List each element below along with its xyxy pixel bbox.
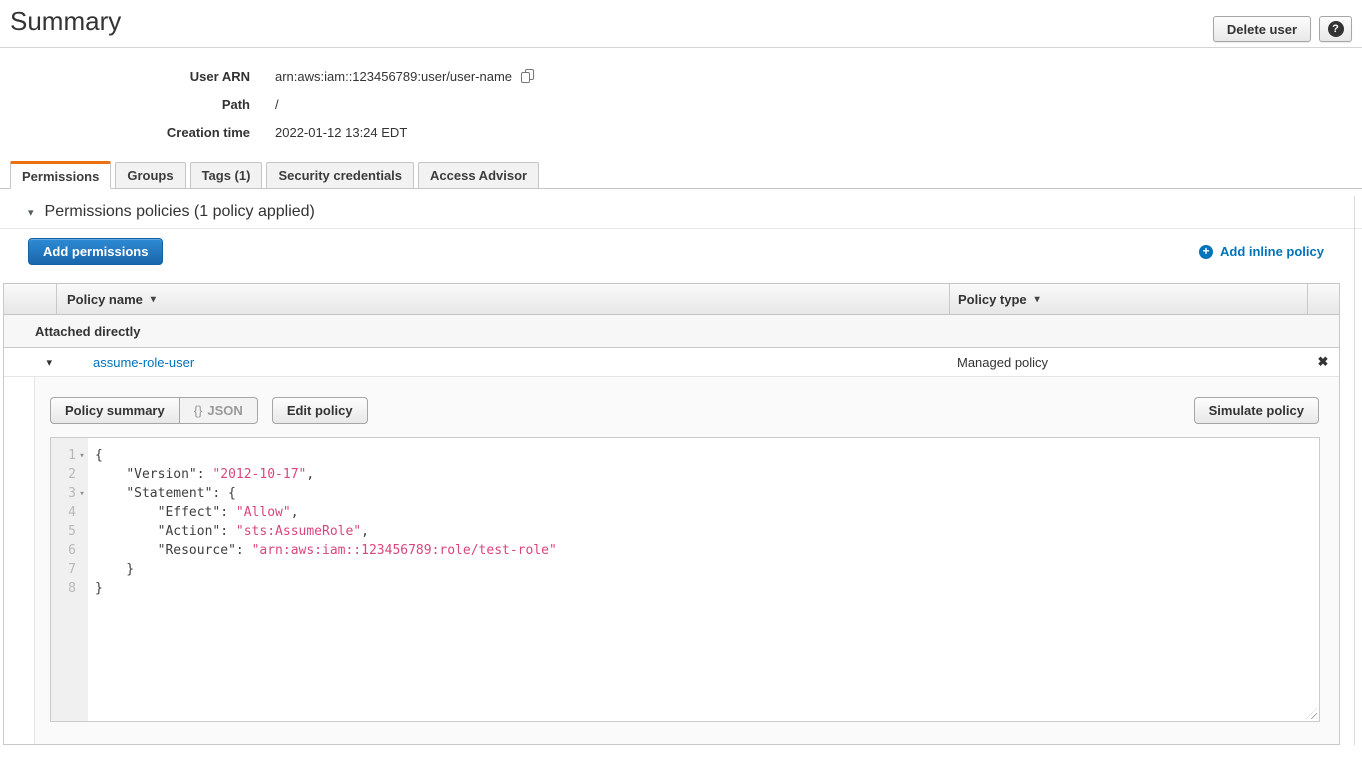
tab-security-credentials[interactable]: Security credentials xyxy=(266,162,414,188)
detail-row-user-arn: User ARN arn:aws:iam::123456789:user/use… xyxy=(0,62,535,90)
policy-name-column-header[interactable]: Policy name ▾ xyxy=(56,284,949,314)
code-line: "Resource": "arn:aws:iam::123456789:role… xyxy=(95,541,1319,560)
gutter-line-number: 4 xyxy=(51,503,88,522)
remove-policy-icon[interactable]: ✖ xyxy=(1318,354,1329,369)
policy-table: Policy name ▾ Policy type ▾ Attached dir… xyxy=(3,283,1340,745)
json-code-editor[interactable]: 1▾23▾45678 { "Version": "2012-10-17", "S… xyxy=(50,437,1320,722)
section-divider xyxy=(0,228,1362,229)
expander-column-header xyxy=(4,284,56,314)
gutter-line-number: 8 xyxy=(51,579,88,598)
tab-bar: Permissions Groups Tags (1) Security cre… xyxy=(0,161,1362,189)
gutter-line-number: 5 xyxy=(51,522,88,541)
gutter-line-number: 2 xyxy=(51,465,88,484)
user-details: User ARN arn:aws:iam::123456789:user/use… xyxy=(0,62,535,146)
fold-caret-icon[interactable]: ▾ xyxy=(76,489,88,499)
policy-view-toggle: Policy summary {} JSON Edit policy xyxy=(50,397,368,424)
code-line: } xyxy=(95,560,1319,579)
user-arn-value: arn:aws:iam::123456789:user/user-name xyxy=(275,69,512,84)
code-line: "Statement": { xyxy=(95,484,1319,503)
simulate-policy-button[interactable]: Simulate policy xyxy=(1194,397,1319,424)
editor-code[interactable]: { "Version": "2012-10-17", "Statement": … xyxy=(88,438,1319,721)
detail-label: Creation time xyxy=(0,125,250,140)
group-row-attached-directly: Attached directly xyxy=(4,315,1339,348)
permissions-policies-section-header[interactable]: ▾ Permissions policies (1 policy applied… xyxy=(28,203,315,221)
policy-type-column-header[interactable]: Policy type ▾ xyxy=(949,284,1307,314)
add-inline-policy-link[interactable]: + Add inline policy xyxy=(1199,244,1324,259)
sort-caret-icon: ▾ xyxy=(1035,294,1040,305)
gutter-line-number[interactable]: 1▾ xyxy=(51,446,88,465)
table-header-row: Policy name ▾ Policy type ▾ xyxy=(4,283,1339,315)
creation-time-value: 2022-01-12 13:24 EDT xyxy=(275,125,407,140)
policy-type-cell: Managed policy xyxy=(949,355,1307,370)
collapse-caret-icon: ▾ xyxy=(28,206,34,219)
question-mark-icon: ? xyxy=(1328,21,1344,37)
detail-label: Path xyxy=(0,97,250,112)
header-actions: Delete user ? xyxy=(1213,16,1352,42)
header-divider xyxy=(0,47,1362,48)
gutter-line-number[interactable]: 3▾ xyxy=(51,484,88,503)
code-line: { xyxy=(95,446,1319,465)
sort-caret-icon: ▾ xyxy=(151,294,156,305)
delete-user-button[interactable]: Delete user xyxy=(1213,16,1311,42)
content-right-edge xyxy=(1354,196,1355,745)
page-title: Summary xyxy=(10,6,121,37)
gutter-line-number: 6 xyxy=(51,541,88,560)
actions-column-header xyxy=(1307,284,1339,314)
help-button[interactable]: ? xyxy=(1319,16,1352,42)
plus-circle-icon: + xyxy=(1199,245,1213,259)
detail-row-path: Path / xyxy=(0,90,535,118)
editor-gutter: 1▾23▾45678 xyxy=(51,438,88,721)
code-line: } xyxy=(95,579,1319,598)
copy-icon[interactable] xyxy=(521,69,535,84)
policy-detail-panel: Policy summary {} JSON Edit policy Simul… xyxy=(34,377,1339,744)
tab-permissions[interactable]: Permissions xyxy=(10,161,111,189)
row-expander-icon[interactable]: ▾ xyxy=(4,356,56,369)
gutter-line-number: 7 xyxy=(51,560,88,579)
section-heading: Permissions policies (1 policy applied) xyxy=(45,203,315,221)
detail-row-creation-time: Creation time 2022-01-12 13:24 EDT xyxy=(0,118,535,146)
policy-summary-button[interactable]: Policy summary xyxy=(50,397,180,424)
policy-name-link[interactable]: assume-role-user xyxy=(93,355,194,370)
code-line: "Version": "2012-10-17", xyxy=(95,465,1319,484)
braces-icon: {} xyxy=(194,403,203,418)
policy-row: ▾ assume-role-user Managed policy ✖ xyxy=(4,348,1339,377)
path-value: / xyxy=(275,97,279,112)
edit-policy-button[interactable]: Edit policy xyxy=(272,397,368,424)
tab-groups[interactable]: Groups xyxy=(115,162,185,188)
fold-caret-icon[interactable]: ▾ xyxy=(76,451,88,461)
json-view-button[interactable]: {} JSON xyxy=(180,397,258,424)
detail-label: User ARN xyxy=(0,69,250,84)
tab-tags[interactable]: Tags (1) xyxy=(190,162,263,188)
add-permissions-button[interactable]: Add permissions xyxy=(28,238,163,265)
code-line: "Action": "sts:AssumeRole", xyxy=(95,522,1319,541)
code-line: "Effect": "Allow", xyxy=(95,503,1319,522)
tab-access-advisor[interactable]: Access Advisor xyxy=(418,162,539,188)
iam-user-summary-page: Summary Delete user ? User ARN arn:aws:i… xyxy=(0,0,1362,766)
